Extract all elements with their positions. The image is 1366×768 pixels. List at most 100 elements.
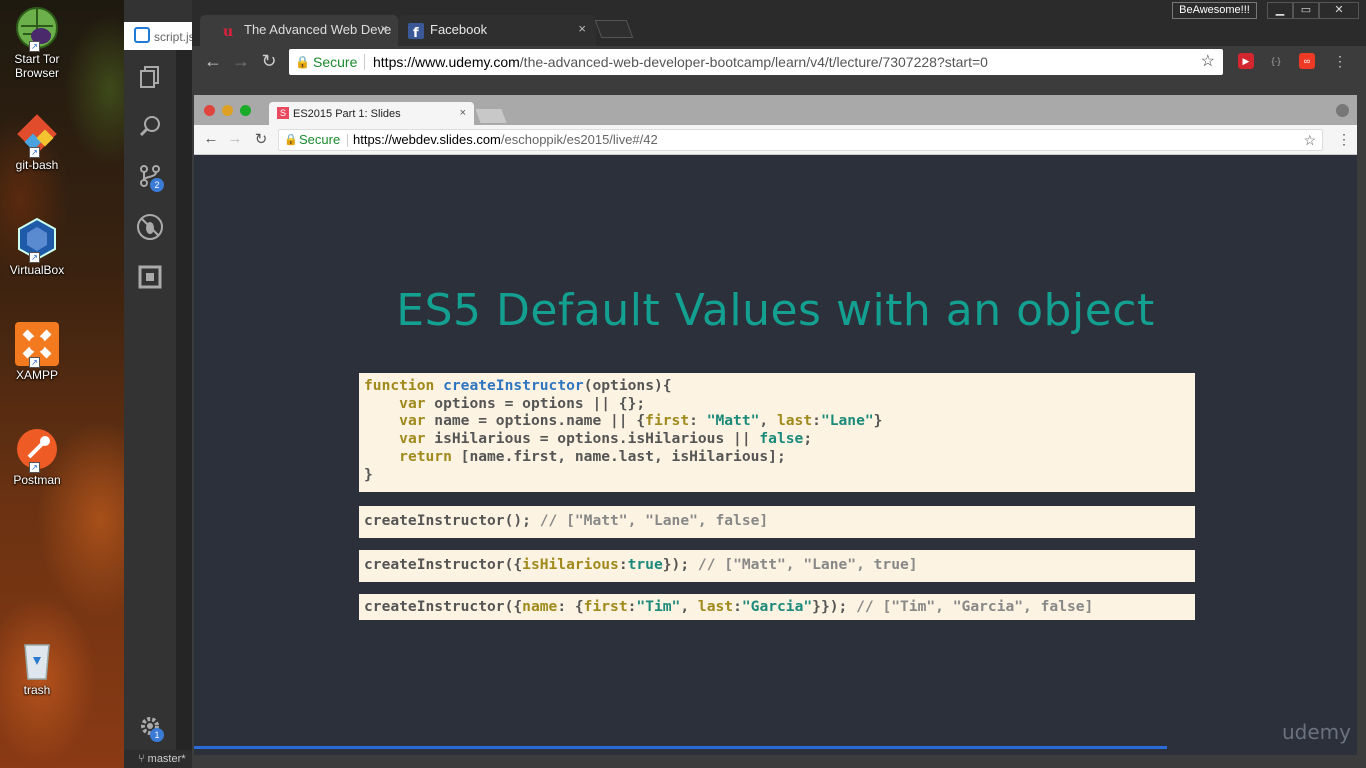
shortcut-arrow-icon: ↗ [29, 41, 40, 52]
code-line: var options = options || {}; [399, 394, 646, 412]
desktop-icon-label: trash [23, 683, 51, 697]
browser-toolbar: ← → ↻ 🔒 Secure https://www.udemy.com/the… [192, 46, 1366, 78]
address-separator [364, 54, 365, 70]
vscode-status-branch[interactable]: ⑂ master* [124, 750, 192, 768]
vscode-window: script.js 2 1 ⑂ master* [124, 0, 195, 768]
code-line: var name = options.name || {first: "Matt… [399, 412, 883, 430]
desktop-icon-label: XAMPP [15, 368, 58, 382]
inner-new-tab [475, 109, 507, 123]
browser-tab-strip: u The Advanced Web Deve × f Facebook × B… [192, 0, 1366, 46]
lock-icon: 🔒 [295, 55, 310, 69]
desktop-icon-label: Start Tor [14, 52, 60, 66]
url-host: https://www.udemy.com [373, 54, 520, 70]
new-tab-button[interactable] [594, 20, 634, 38]
code-block-main: function createInstructor(options){ var … [359, 373, 1195, 492]
desktop-icon-label: Postman [13, 473, 61, 487]
code-line: function createInstructor(options){ [364, 377, 672, 394]
forward-button[interactable]: → [230, 51, 252, 72]
code-line: return [name.first, name.last, isHilario… [399, 447, 786, 465]
explorer-activity-button[interactable] [124, 52, 176, 100]
profile-button[interactable]: BeAwesome!!! [1172, 2, 1257, 19]
next-slide-icon: > [1310, 753, 1352, 755]
slides-favicon-icon: S [277, 107, 289, 119]
inner-lock-icon: 🔒 [284, 134, 298, 146]
inner-forward-icon: → [227, 130, 243, 147]
inner-url-host: https://webdev.slides.com [353, 132, 501, 147]
inner-back-icon: ← [203, 130, 219, 147]
back-button[interactable]: ← [202, 51, 224, 72]
vscode-editor-tab[interactable]: script.js [124, 22, 195, 50]
tab-udemy[interactable]: u The Advanced Web Deve × [200, 15, 398, 46]
vscode-sidebar-strip [176, 50, 192, 750]
menu-icon[interactable]: ⋮ [1332, 53, 1348, 69]
tab-facebook[interactable]: f Facebook × [398, 15, 596, 46]
reload-button[interactable]: ↻ [258, 51, 280, 72]
inner-address-separator [347, 134, 348, 147]
inner-toolbar: ← → ↻ 🔒 Secure https://webdev.slides.com… [194, 125, 1357, 155]
tab-close-icon[interactable]: × [578, 21, 586, 36]
udemy-logo: udemy [1282, 720, 1351, 744]
scm-badge: 2 [150, 178, 164, 192]
close-window-button[interactable]: ✕ [1319, 2, 1359, 19]
facebook-favicon-icon: f [408, 23, 424, 39]
inner-tab-slides: S ES2015 Part 1: Slides × [269, 102, 474, 125]
extension-icon-red[interactable]: ▶ [1238, 53, 1254, 69]
slide-progress-bar [194, 746, 1168, 749]
desktop-icon-xampp[interactable]: ↗ XAMPP [0, 322, 77, 382]
udemy-favicon-icon: u [223, 24, 233, 39]
desktop-icon-tor-browser[interactable]: ↗ Start Tor Browser [0, 6, 77, 80]
desktop-icon-label: Browser [14, 66, 59, 80]
slide: ES5 Default Values with an object functi… [194, 155, 1357, 755]
maximize-button[interactable]: ▭ [1293, 2, 1319, 19]
shortcut-arrow-icon: ↗ [29, 357, 40, 368]
shortcut-arrow-icon: ↗ [29, 252, 40, 263]
inner-bookmark-star-icon: ☆ [1303, 132, 1316, 148]
desktop-icon-git-bash[interactable]: ↗ git-bash [0, 112, 77, 172]
code-block-call-3: createInstructor({name: {first:"Tim", la… [359, 594, 1195, 620]
tab-title: Facebook [430, 22, 488, 37]
desktop-icon-label: git-bash [15, 158, 59, 172]
extensions-activity-button[interactable] [124, 253, 176, 301]
source-control-activity-button[interactable]: 2 [124, 152, 176, 200]
scrollbar[interactable] [1356, 78, 1366, 768]
inner-url-path: /eschoppik/es2015/live#/42 [500, 132, 658, 147]
branch-label: master* [147, 753, 186, 765]
url-path: /the-advanced-web-developer-bootcamp/lea… [519, 54, 988, 70]
address-bar[interactable]: 🔒 Secure https://www.udemy.com/the-advan… [289, 49, 1223, 75]
settings-activity-button[interactable]: 1 [124, 702, 176, 750]
inner-secure-label: Secure [299, 132, 341, 147]
inner-tab-title: ES2015 Part 1: Slides [293, 108, 401, 120]
minimize-button[interactable]: ▁ [1267, 2, 1293, 19]
code-line: } [364, 465, 373, 483]
inner-address-bar: 🔒 Secure https://webdev.slides.com/escho… [278, 129, 1323, 151]
debug-icon [137, 214, 163, 240]
svg-text:f: f [413, 26, 419, 39]
desktop-icon-trash[interactable]: trash [0, 637, 77, 697]
desktop-icon-label: VirtualBox [9, 263, 65, 277]
close-dot-icon [204, 105, 215, 116]
browser-window: u The Advanced Web Deve × f Facebook × B… [192, 0, 1366, 768]
tab-title: The Advanced Web Deve [244, 22, 392, 37]
svg-text:u: u [223, 24, 233, 39]
search-icon [139, 116, 160, 137]
tab-close-icon[interactable]: × [380, 21, 388, 36]
vscode-tab-label: script.js [154, 30, 195, 44]
shortcut-arrow-icon: ↗ [29, 462, 40, 473]
slide-title: ES5 Default Values with an object [396, 285, 1155, 336]
search-activity-button[interactable] [124, 102, 176, 150]
zoom-dot-icon [240, 105, 251, 116]
debug-activity-button[interactable] [124, 203, 176, 251]
extension-icon-braces[interactable]: {·} [1268, 53, 1284, 69]
minimize-dot-icon [222, 105, 233, 116]
inner-tab-close-icon: × [459, 107, 466, 119]
extension-icon-infinity[interactable]: ∞ [1299, 53, 1315, 69]
desktop: ↗ Start Tor Browser ↗ git-bash ↗ Virtual… [0, 0, 124, 768]
desktop-icon-postman[interactable]: ↗ Postman [0, 427, 77, 487]
desktop-icon-virtualbox[interactable]: ↗ VirtualBox [0, 217, 77, 277]
inner-menu-icon: ⋮ [1337, 131, 1351, 147]
code-line: var isHilarious = options.isHilarious ||… [399, 430, 813, 448]
inner-url-text: https://webdev.slides.com/eschoppik/es20… [353, 130, 658, 150]
bookmark-star-icon[interactable]: ☆ [1201, 49, 1215, 75]
inner-tab-strip: S ES2015 Part 1: Slides × [194, 95, 1357, 125]
code-block-call-2: createInstructor({isHilarious:true}); //… [359, 550, 1195, 582]
